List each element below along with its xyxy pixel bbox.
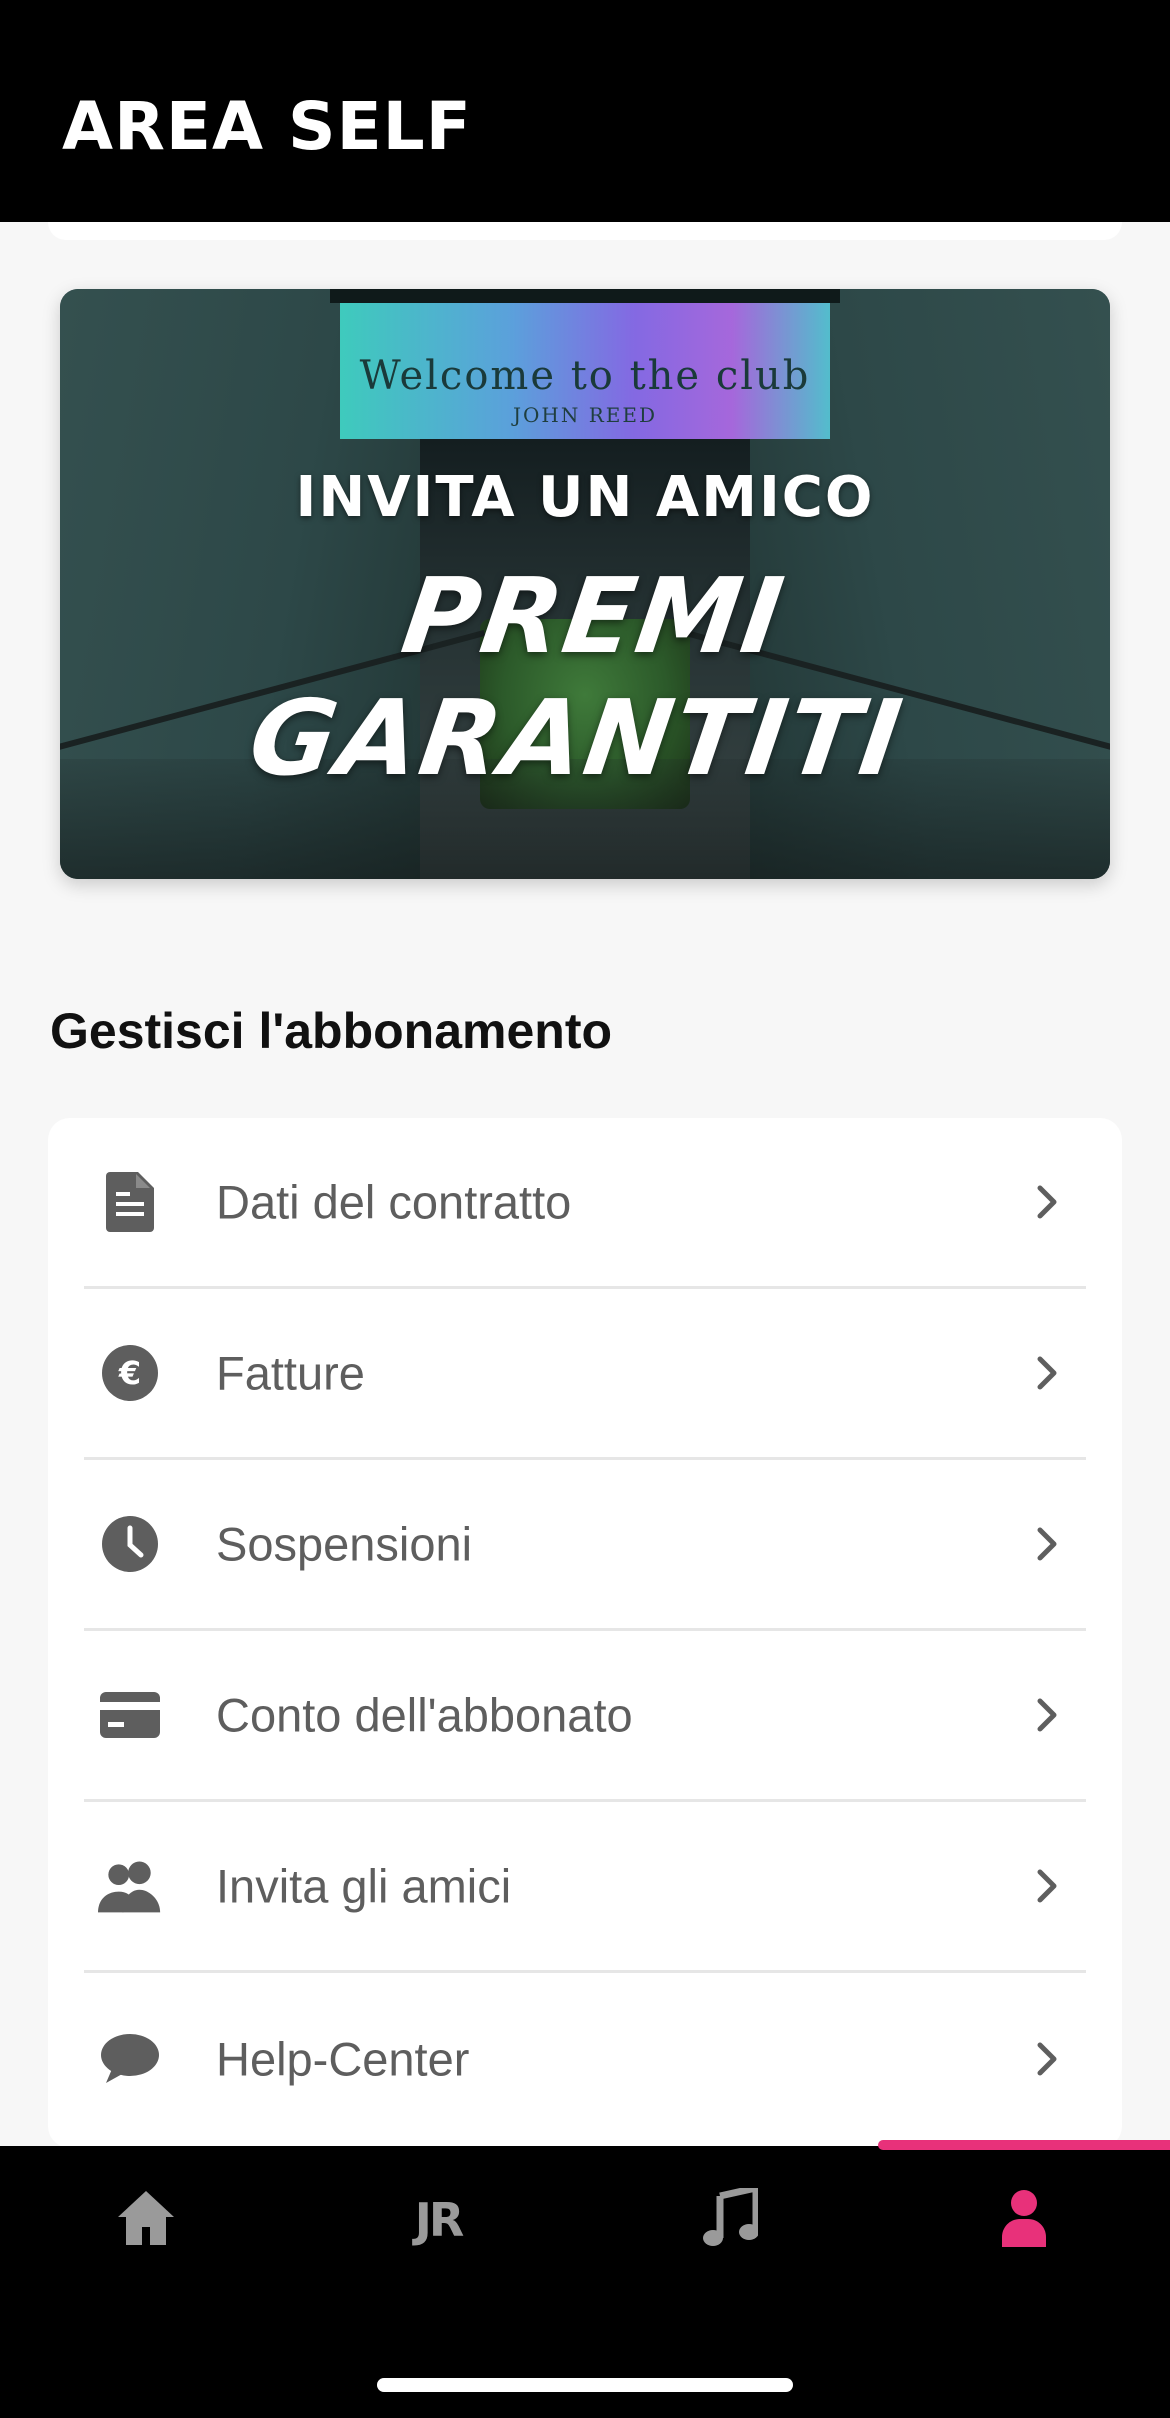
menu-item-invite-friends[interactable]: Invita gli amici — [84, 1802, 1086, 1973]
svg-text:€: € — [118, 1354, 141, 1392]
tab-jr[interactable]: JR — [292, 2170, 584, 2270]
euro-icon: € — [98, 1341, 162, 1405]
chevron-right-icon — [1032, 1524, 1062, 1564]
menu-item-label: Help-Center — [216, 2032, 470, 2085]
chat-bubble-icon — [98, 2027, 162, 2091]
menu-item-contract-details[interactable]: Dati del contratto — [84, 1118, 1086, 1289]
menu-item-help-center[interactable]: Help-Center — [84, 1973, 1086, 2144]
tab-music[interactable] — [584, 2170, 876, 2270]
chevron-right-icon — [1032, 1866, 1062, 1906]
document-icon — [98, 1170, 162, 1234]
menu-item-suspensions[interactable]: Sospensioni — [84, 1460, 1086, 1631]
chevron-right-icon — [1032, 1695, 1062, 1735]
page-title: AREA SELF — [62, 88, 472, 165]
chevron-right-icon — [1032, 1353, 1062, 1393]
banner-sign-text: Welcome to the club — [359, 353, 811, 399]
tab-home[interactable] — [0, 2170, 292, 2270]
area-self-page: AREA SELF Welcome to the club JOHN REED … — [0, 0, 1170, 2418]
banner-tagline: PREMI GARANTITI — [242, 555, 911, 799]
section-title: Gestisci l'abbonamento — [50, 1003, 613, 1059]
chevron-right-icon — [1032, 2039, 1062, 2079]
subscription-menu: Dati del contratto € Fatture Sospensioni — [48, 1118, 1122, 2148]
chevron-right-icon — [1032, 1182, 1062, 1222]
home-indicator-bar — [377, 2378, 793, 2392]
user-icon — [1000, 2189, 1048, 2252]
menu-item-invoices[interactable]: € Fatture — [84, 1289, 1086, 1460]
menu-item-subscriber-account[interactable]: Conto dell'abbonato — [84, 1631, 1086, 1802]
menu-item-label: Conto dell'abbonato — [216, 1688, 633, 1742]
menu-item-label: Invita gli amici — [216, 1859, 512, 1913]
tab-profile[interactable] — [878, 2170, 1170, 2270]
banner-sign-subtext: JOHN REED — [512, 403, 657, 427]
credit-card-icon — [98, 1683, 162, 1747]
banner-sign-frame — [330, 289, 840, 303]
banner-headline: INVITA UN AMICO — [295, 465, 875, 530]
previous-card-edge — [48, 222, 1122, 240]
home-icon — [116, 2189, 176, 2252]
menu-item-label: Fatture — [216, 1346, 365, 1400]
clock-icon — [98, 1512, 162, 1576]
menu-item-label: Dati del contratto — [216, 1175, 572, 1229]
jr-logo-icon: JR — [414, 2193, 465, 2247]
music-note-icon — [702, 2183, 760, 2253]
menu-item-label: Sospensioni — [216, 1517, 473, 1571]
active-tab-indicator — [878, 2140, 1170, 2150]
invite-friend-banner[interactable]: Welcome to the club JOHN REED INVITA UN … — [60, 289, 1110, 879]
app-header: AREA SELF — [0, 0, 1170, 222]
people-icon — [98, 1854, 162, 1918]
